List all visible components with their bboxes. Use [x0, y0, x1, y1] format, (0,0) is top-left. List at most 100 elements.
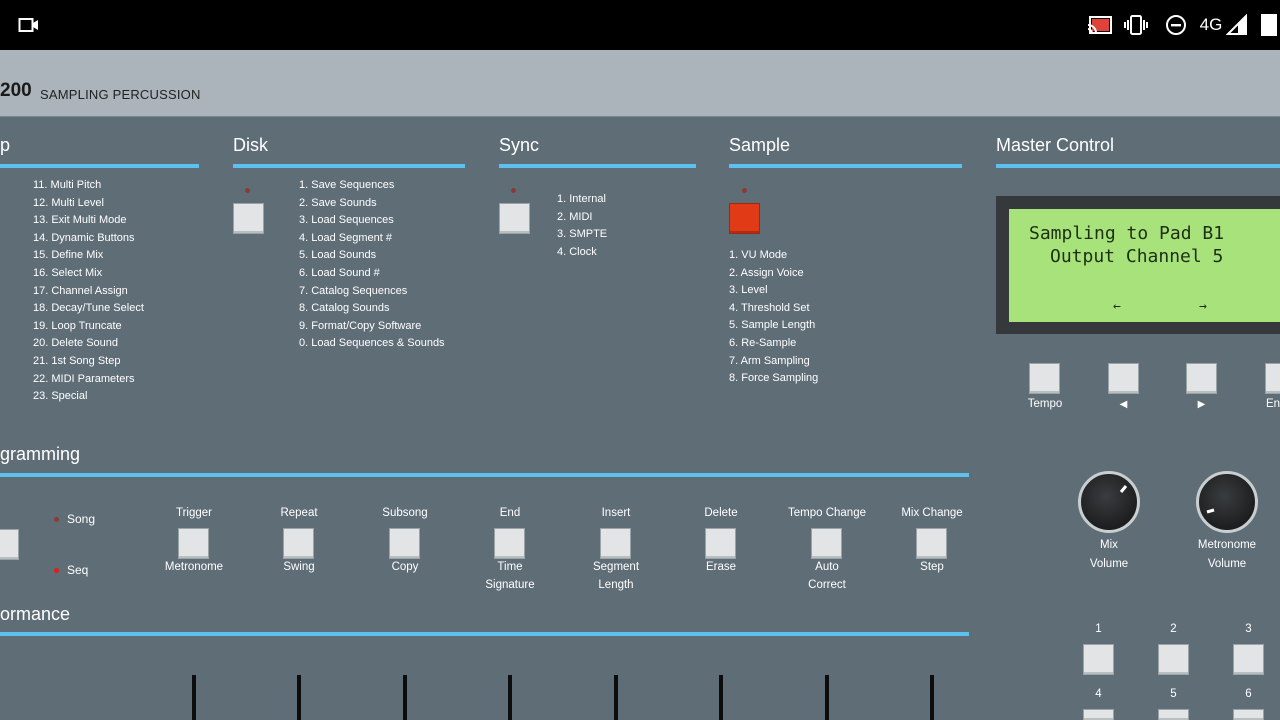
- prog-button-4-top-label: Insert: [601, 507, 631, 519]
- prog-button-1-top-label: Repeat: [280, 507, 318, 519]
- setup-menu-item: 16. Select Mix: [33, 266, 103, 279]
- pad-1-label: 1: [1095, 623, 1102, 635]
- prog-button-7-top-label: Mix Change: [901, 507, 963, 519]
- cursor-right-button[interactable]: [1186, 363, 1217, 394]
- setup-menu-item: 23. Special: [33, 390, 88, 403]
- sample-menu-list: 1. VU Mode 2. Assign Voice 3. Level 4. Thre…: [729, 247, 818, 388]
- prog-button-0[interactable]: [178, 528, 209, 559]
- lcd-line-1: Sampling to Pad B1: [1029, 223, 1225, 244]
- prog-button-1-bottom-label: Swing: [283, 561, 315, 573]
- prog-button-2-top-label: Subsong: [382, 507, 428, 519]
- fader-2[interactable]: [297, 675, 301, 720]
- cursor-left-label: ◀: [1119, 399, 1128, 410]
- prog-button-4[interactable]: [600, 528, 631, 559]
- programming-divider: [0, 473, 969, 477]
- setup-menu-list: 11. Multi Pitch 12. Multi Level 13. Exit M…: [33, 177, 144, 406]
- fader-4[interactable]: [508, 675, 512, 720]
- signal-icon: [1226, 14, 1248, 36]
- prog-button-5[interactable]: [705, 528, 736, 559]
- metronome-volume-label-1: Metronome: [1197, 539, 1257, 551]
- sync-menu-item: 3. SMPTE: [557, 228, 608, 241]
- disk-menu-item: 7. Catalog Sequences: [299, 284, 408, 297]
- prog-button-0-top-label: Trigger: [176, 507, 212, 519]
- fader-8[interactable]: [930, 675, 934, 720]
- disk-menu-item: 3. Load Sequences: [299, 214, 394, 227]
- pad-5-button[interactable]: [1158, 709, 1189, 720]
- setup-menu-item: 21. 1st Song Step: [33, 354, 121, 367]
- fader-1[interactable]: [192, 675, 196, 720]
- prog-button-5-top-label: Delete: [704, 507, 738, 519]
- lcd-left-arrow: ←: [1113, 299, 1121, 314]
- sync-led: [511, 188, 516, 193]
- lcd-line-2: Output Channel 5: [1050, 246, 1224, 267]
- fader-6[interactable]: [719, 675, 723, 720]
- prog-button-6[interactable]: [811, 528, 842, 559]
- fader-3[interactable]: [403, 675, 407, 720]
- pad-5-label: 5: [1170, 688, 1177, 700]
- do-not-disturb-icon: [1164, 14, 1188, 36]
- metronome-volume-label-2: Volume: [1207, 558, 1247, 570]
- prog-button-5-bottom-label: Erase: [705, 561, 737, 573]
- prog-button-7[interactable]: [916, 528, 947, 559]
- fader-7[interactable]: [825, 675, 829, 720]
- fader-5[interactable]: [614, 675, 618, 720]
- header-band: [0, 50, 1280, 117]
- prog-button-3-bottom-label-1: Time: [497, 561, 523, 573]
- sync-divider: [499, 164, 696, 168]
- prog-button-7-bottom-label: Step: [920, 561, 944, 573]
- pad-1-button[interactable]: [1083, 644, 1114, 675]
- sync-button[interactable]: [499, 203, 530, 234]
- master-control-divider: [996, 164, 1280, 168]
- seq-label: Seq: [67, 563, 89, 577]
- sample-menu-item: 2. Assign Voice: [729, 266, 804, 279]
- sample-divider: [729, 164, 962, 168]
- prog-button-1[interactable]: [283, 528, 314, 559]
- pad-4-label: 4: [1095, 688, 1102, 700]
- setup-menu-item: 22. MIDI Parameters: [33, 372, 135, 385]
- tempo-button[interactable]: [1029, 363, 1060, 394]
- disk-button[interactable]: [233, 203, 264, 234]
- sync-title: Sync: [499, 135, 540, 155]
- disk-menu-item: 9. Format/Copy Software: [299, 319, 422, 332]
- setup-menu-item: 19. Loop Truncate: [33, 319, 122, 332]
- sample-button[interactable]: [729, 203, 760, 234]
- prog-button-6-bottom-label-1: Auto: [815, 561, 839, 573]
- setup-menu-item: 15. Define Mix: [33, 249, 104, 262]
- sample-title: Sample: [729, 135, 791, 155]
- sample-menu-item: 6. Re-Sample: [729, 336, 797, 349]
- setup-menu-item: 14. Dynamic Buttons: [33, 231, 135, 244]
- prog-button-6-top-label: Tempo Change: [788, 507, 866, 519]
- disk-title: Disk: [233, 135, 268, 155]
- disk-menu-item: 4. Load Segment #: [299, 231, 392, 244]
- disk-divider: [233, 164, 465, 168]
- sample-menu-item: 5. Sample Length: [729, 319, 816, 332]
- setup-menu-item: 20. Delete Sound: [33, 337, 119, 350]
- disk-menu-item: 5. Load Sounds: [299, 249, 377, 262]
- pad-2-label: 2: [1170, 623, 1177, 635]
- programming-title: gramming: [0, 444, 81, 464]
- disk-menu-item: 8. Catalog Sounds: [299, 302, 390, 315]
- sample-menu-item: 8. Force Sampling: [729, 372, 819, 385]
- cursor-left-button[interactable]: [1108, 363, 1139, 394]
- prog-button-4-bottom-label-1: Segment: [592, 561, 640, 573]
- disk-menu-item: 1. Save Sequences: [299, 179, 395, 191]
- enter-button[interactable]: [1265, 363, 1280, 394]
- sync-menu-item: 2. MIDI: [557, 210, 593, 223]
- enter-label: En: [1266, 398, 1280, 410]
- performance-title: ormance: [0, 604, 71, 624]
- prog-button-2[interactable]: [389, 528, 420, 559]
- pad-6-button[interactable]: [1233, 709, 1264, 720]
- mix-volume-knob[interactable]: [1078, 471, 1140, 533]
- mix-volume-label-2: Volume: [1089, 558, 1129, 570]
- pad-2-button[interactable]: [1158, 644, 1189, 675]
- cast-icon: [1087, 14, 1113, 36]
- pad-3-label: 3: [1245, 623, 1252, 635]
- setup-menu-item: 13. Exit Multi Mode: [33, 214, 127, 227]
- pad-3-button[interactable]: [1233, 644, 1264, 675]
- pad-4-button[interactable]: [1083, 709, 1114, 720]
- song-seq-button[interactable]: [0, 529, 19, 560]
- prog-button-3[interactable]: [494, 528, 525, 559]
- sample-led: [742, 188, 747, 193]
- metronome-volume-knob[interactable]: [1196, 471, 1258, 533]
- video-camera-icon: [18, 14, 40, 36]
